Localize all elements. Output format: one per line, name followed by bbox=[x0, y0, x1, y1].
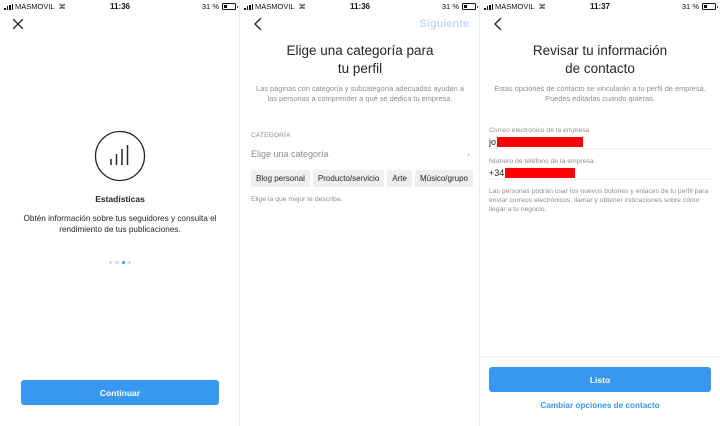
pager-dot bbox=[115, 261, 119, 265]
chip-personal-blog[interactable]: Blog personal bbox=[251, 170, 310, 187]
category-placeholder: Elige una categoría bbox=[251, 149, 329, 159]
screen-review-contact: MASMOVIL ⌘ 11:37 31 % Revisar tu informa… bbox=[480, 0, 720, 426]
page-subtitle: Las páginas con categoría y subcategoría… bbox=[256, 84, 464, 103]
pager-dots bbox=[0, 261, 239, 265]
battery-percent: 31 % bbox=[441, 2, 459, 11]
battery-percent: 31 % bbox=[201, 2, 219, 11]
category-hint: Elige la que mejor te describa. bbox=[251, 196, 343, 203]
divider bbox=[480, 356, 720, 357]
screen-statistics: MASMOVIL ⌘ 11:36 31 % Estadísticas Obtén… bbox=[0, 0, 240, 426]
contact-note: Las personas podrán usar los nuevos boto… bbox=[489, 188, 709, 213]
battery-icon bbox=[462, 3, 478, 10]
continue-button[interactable]: Continuar bbox=[21, 380, 219, 405]
phone-field[interactable]: Número de teléfono de la empresa +34 bbox=[489, 158, 711, 180]
chip-musician-band[interactable]: Músico/grupo bbox=[414, 170, 473, 187]
page-title-line2: tu perfil bbox=[337, 61, 383, 76]
category-suggestions: Blog personal Producto/servicio Arte Mús… bbox=[251, 170, 479, 187]
redaction-mark bbox=[497, 136, 584, 147]
pager-dot bbox=[109, 261, 113, 265]
email-label: Correo electrónico de la empresa bbox=[489, 127, 590, 134]
done-button[interactable]: Listo bbox=[489, 367, 711, 392]
chevron-left-icon[interactable] bbox=[490, 16, 506, 32]
page-subtitle: Estas opciones de contacto se vincularán… bbox=[494, 84, 706, 103]
change-contact-options-link[interactable]: Cambiar opciones de contacto bbox=[480, 401, 720, 410]
email-value: jo bbox=[489, 136, 497, 147]
page-title: Estadísticas bbox=[95, 194, 145, 204]
screen-choose-category: MASMOVIL ⌘ 11:36 31 % Siguiente Elige un… bbox=[240, 0, 480, 426]
chip-art[interactable]: Arte bbox=[387, 170, 412, 187]
phone-value: +34 bbox=[489, 167, 505, 178]
page-description: Obtén información sobre tus seguidores y… bbox=[23, 214, 217, 234]
chip-product-service[interactable]: Producto/servicio bbox=[312, 170, 385, 187]
redaction-mark bbox=[505, 167, 576, 178]
chevron-left-icon[interactable] bbox=[250, 16, 266, 32]
phone-label: Número de teléfono de la empresa bbox=[489, 158, 594, 165]
status-bar: MASMOVIL ⌘ 11:36 31 % bbox=[0, 0, 239, 14]
close-icon[interactable] bbox=[10, 16, 26, 32]
statistics-icon bbox=[94, 130, 146, 182]
chevron-right-icon: › bbox=[467, 149, 470, 159]
category-select[interactable]: Elige una categoría › bbox=[251, 146, 470, 162]
page-title-line2: de contacto bbox=[565, 61, 635, 76]
status-bar: MASMOVIL ⌘ 11:36 31 % bbox=[240, 0, 479, 14]
battery-icon bbox=[222, 3, 238, 10]
pager-dot bbox=[121, 261, 125, 265]
email-field[interactable]: Correo electrónico de la empresa jo bbox=[489, 127, 711, 149]
battery-icon bbox=[702, 3, 718, 10]
status-bar: MASMOVIL ⌘ 11:37 31 % bbox=[480, 0, 720, 14]
next-button[interactable]: Siguiente bbox=[419, 18, 469, 30]
category-label: CATEGORÍA bbox=[251, 132, 291, 139]
battery-percent: 31 % bbox=[681, 2, 699, 11]
page-title: Revisar tu información bbox=[532, 43, 668, 58]
page-title: Elige una categoría para bbox=[286, 43, 434, 58]
pager-dot bbox=[127, 261, 131, 265]
